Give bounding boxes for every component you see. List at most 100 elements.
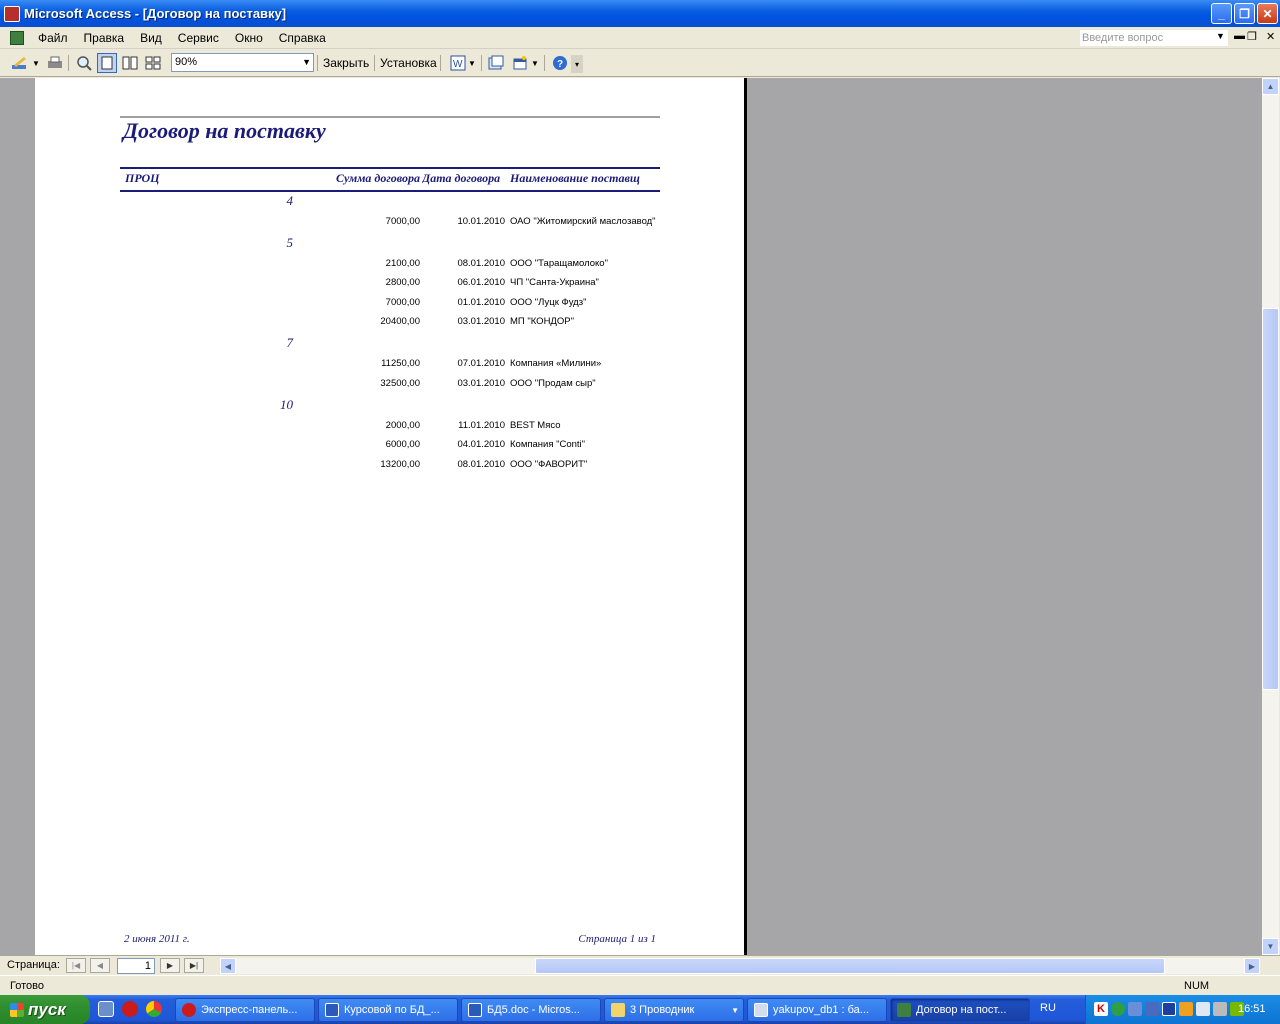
menu-file[interactable]: Файл	[30, 31, 76, 45]
kaspersky-icon[interactable]: K	[1094, 1002, 1108, 1016]
task-express-panel[interactable]: Экспресс-панель...	[175, 998, 315, 1022]
first-page-icon[interactable]: |◀	[66, 958, 86, 973]
zoom-icon[interactable]	[74, 53, 94, 73]
system-tray: K 16:51	[1085, 995, 1280, 1024]
menu-tools[interactable]: Сервис	[170, 31, 227, 45]
row-sum: 32500,00	[380, 378, 420, 389]
task-coursework-doc[interactable]: Курсовой по БД_...	[318, 998, 458, 1022]
row-supplier: ООО "ФАВОРИТ"	[510, 459, 588, 470]
next-page-icon[interactable]: ▶	[160, 958, 180, 973]
new-object-dropdown-icon[interactable]: ▼	[531, 53, 539, 73]
utorrent-icon[interactable]	[1111, 1002, 1125, 1016]
windows-logo-icon	[10, 1002, 24, 1017]
opera-icon[interactable]	[122, 1001, 138, 1017]
chrome-icon[interactable]	[146, 1001, 162, 1017]
close-preview-button[interactable]: Закрыть	[323, 53, 369, 73]
office-links-word-icon[interactable]: W	[448, 53, 468, 73]
scroll-up-icon[interactable]: ▲	[1262, 78, 1279, 95]
row-date: 11.01.2010	[458, 420, 505, 431]
row-supplier: BEST Мясо	[510, 420, 561, 431]
num-lock-indicator: NUM	[1184, 980, 1210, 992]
row-date: 08.01.2010	[457, 459, 505, 470]
row-sum: 2100,00	[385, 258, 420, 269]
start-button[interactable]: пуск	[0, 995, 90, 1024]
scroll-left-icon[interactable]: ◀	[220, 958, 236, 974]
row-sum: 2000,00	[385, 420, 420, 431]
group-header: 4	[286, 193, 294, 208]
two-pages-icon[interactable]	[120, 53, 140, 73]
column-header-date-text: Дата договора	[422, 171, 501, 185]
header-rule-bottom	[120, 190, 660, 192]
column-header-sum: Сумма договора	[335, 171, 420, 185]
horizontal-scrollbar[interactable]: ◀ ▶	[220, 958, 1260, 974]
maximize-button[interactable]: ❐	[1234, 3, 1255, 24]
zoom-dropdown-icon[interactable]: ▼	[302, 54, 311, 71]
vertical-scroll-thumb[interactable]	[1262, 308, 1279, 690]
group-dropdown-icon: ▼	[731, 1005, 739, 1015]
show-desktop-icon[interactable]	[98, 1001, 114, 1017]
media-icon[interactable]	[1179, 1002, 1193, 1016]
page-number-input[interactable]: 1	[117, 958, 155, 974]
row-date: 06.01.2010	[457, 277, 505, 288]
database-icon	[754, 1003, 768, 1017]
task-report-active[interactable]: Договор на пост...	[890, 998, 1030, 1022]
close-window-button[interactable]: ✕	[1257, 3, 1278, 24]
mdi-close-button[interactable]: ✕	[1266, 30, 1275, 43]
document-icon[interactable]	[10, 30, 24, 45]
horizontal-scroll-thumb[interactable]	[535, 958, 1165, 974]
new-object-icon[interactable]	[510, 53, 530, 73]
toolbar-options-icon[interactable]: ▾	[571, 55, 583, 73]
page-setup-button[interactable]: Установка	[380, 53, 437, 73]
row-supplier: ЧП "Санта-Украина"	[510, 277, 599, 288]
column-header-date: Дата договора	[422, 171, 506, 186]
print-icon[interactable]	[45, 53, 65, 73]
group-header: 5	[286, 235, 294, 250]
menu-window[interactable]: Окно	[227, 31, 271, 45]
network-status-icon[interactable]	[1145, 1002, 1159, 1016]
footer-page-number: Страница 1 из 1	[578, 933, 656, 945]
task-database[interactable]: yakupov_db1 : ба...	[747, 998, 887, 1022]
multiple-pages-icon[interactable]	[143, 53, 163, 73]
task-bd5-doc[interactable]: БД5.doc - Micros...	[461, 998, 601, 1022]
row-supplier: Компания «Милини»	[510, 358, 602, 369]
menu-help[interactable]: Справка	[271, 31, 334, 45]
row-sum: 2800,00	[385, 277, 420, 288]
office-links-dropdown-icon[interactable]: ▼	[468, 53, 476, 73]
zoom-select[interactable]: 90% ▼	[171, 53, 314, 72]
network-icon[interactable]	[1128, 1002, 1142, 1016]
access-app-icon[interactable]	[4, 5, 20, 22]
previous-page-icon[interactable]: ◀	[90, 958, 110, 973]
row-supplier: ООО "Луцк Фудз"	[510, 297, 587, 308]
preview-workspace: Договор на поставку ПРОЦ Сумма договора …	[0, 78, 1262, 955]
ask-dropdown-icon[interactable]: ▼	[1216, 31, 1225, 41]
scroll-down-icon[interactable]: ▼	[1262, 938, 1279, 955]
report-title: Договор на поставку	[123, 118, 326, 143]
safely-remove-icon[interactable]	[1213, 1002, 1227, 1016]
toolbar-separator	[440, 55, 441, 71]
ask-question-input[interactable]: Введите вопрос	[1080, 30, 1228, 46]
vertical-scrollbar[interactable]: ▲ ▼	[1262, 78, 1279, 955]
row-date: 01.01.2010	[457, 297, 505, 308]
row-supplier: ООО "Таращамолоко"	[510, 258, 608, 269]
view-dropdown-icon[interactable]: ▼	[32, 53, 40, 73]
last-page-icon[interactable]: ▶|	[184, 958, 204, 973]
page-navigation-bar: Страница: |◀ ◀ 1 ▶ ▶| ◀ ▶	[0, 955, 1280, 975]
database-window-icon[interactable]	[486, 53, 506, 73]
row-date: 03.01.2010	[457, 378, 505, 389]
language-indicator[interactable]: RU	[1040, 1002, 1056, 1014]
row-supplier: ООО "Продам сыр"	[510, 378, 596, 389]
keyboard-layout-icon[interactable]	[1162, 1002, 1176, 1016]
row-supplier: МП "КОНДОР"	[510, 316, 574, 327]
task-explorer-group[interactable]: 3 Проводник ▼	[604, 998, 744, 1022]
design-view-icon[interactable]	[10, 53, 30, 73]
volume-icon[interactable]	[1196, 1002, 1210, 1016]
menu-edit[interactable]: Правка	[76, 31, 133, 45]
mdi-restore-button[interactable]: ❐	[1247, 30, 1257, 43]
one-page-icon[interactable]	[97, 53, 117, 73]
menu-view[interactable]: Вид	[132, 31, 170, 45]
help-icon[interactable]: ?	[550, 53, 570, 73]
scroll-right-icon[interactable]: ▶	[1244, 958, 1260, 974]
word-icon	[468, 1003, 482, 1017]
mdi-minimize-button[interactable]: ▬	[1234, 30, 1245, 42]
minimize-button[interactable]: _	[1211, 3, 1232, 24]
